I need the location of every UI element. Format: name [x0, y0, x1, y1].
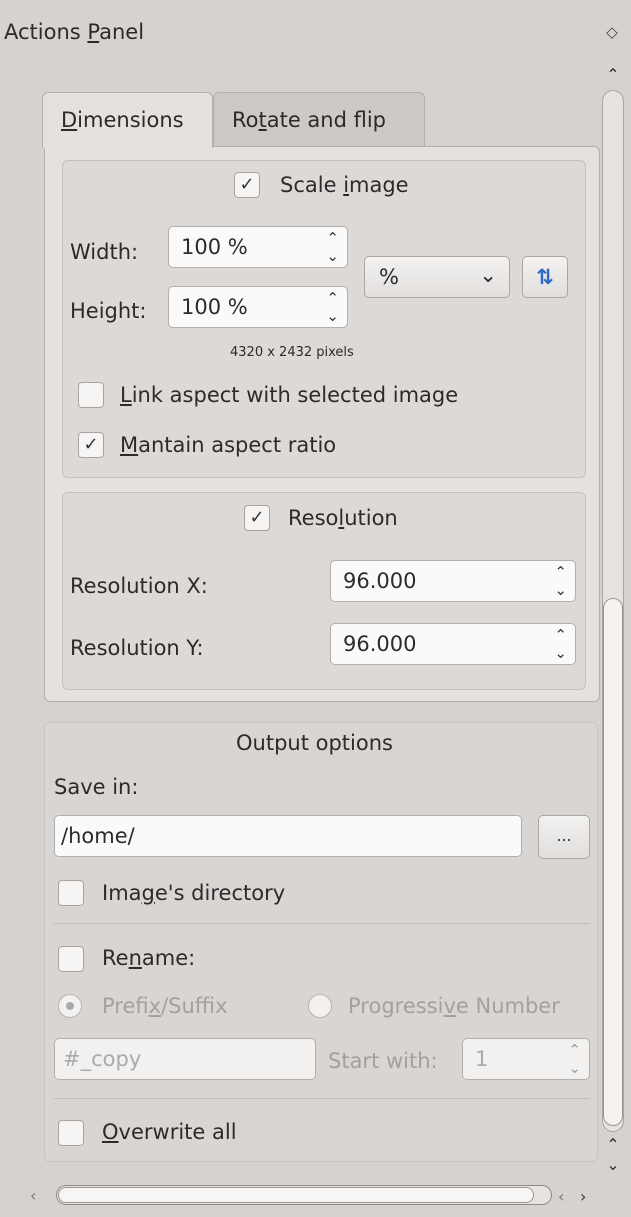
rename-label: Rename:	[102, 946, 195, 970]
link-aspect-label: Link aspect with selected image	[120, 383, 458, 407]
panel-title-text: Actions	[4, 20, 88, 44]
separator	[54, 923, 590, 924]
scroll-down-icon[interactable]: ⌄	[603, 1156, 623, 1174]
resolution-x-spinbox[interactable]: 96.000 ⌃ ⌄	[330, 560, 576, 602]
tab-rotate-and-flip[interactable]: Rotate and flip	[213, 92, 425, 146]
scroll-left-icon-secondary[interactable]: ‹	[558, 1187, 564, 1206]
height-spinbox[interactable]: 100 % ⌃ ⌄	[168, 286, 348, 328]
image-directory-checkbox[interactable]	[58, 880, 84, 906]
scale-image-label: Scale image	[280, 173, 409, 197]
label-text: Progressi	[348, 994, 444, 1018]
label-mnemonic: x	[148, 994, 162, 1018]
width-spinbox[interactable]: 100 % ⌃ ⌄	[168, 226, 348, 268]
tab-dimensions[interactable]: Dimensions	[42, 92, 213, 148]
float-panel-icon[interactable]: ◇	[604, 24, 620, 40]
radio-dot	[66, 1002, 74, 1010]
pixel-size-info: 4320 x 2432 pixels	[230, 345, 354, 360]
height-value: 100 %	[181, 295, 248, 319]
link-aspect-checkbox[interactable]	[78, 382, 104, 408]
width-label: Width:	[70, 240, 139, 264]
spin-arrows-icon[interactable]: ⌃ ⌄	[554, 626, 567, 662]
resolution-y-spinbox[interactable]: 96.000 ⌃ ⌄	[330, 623, 576, 665]
unit-select[interactable]: % ⌄	[364, 256, 510, 298]
spin-arrows-icon[interactable]: ⌃ ⌄	[554, 563, 567, 599]
resolution-y-label: Resolution Y:	[70, 636, 204, 660]
label-mnemonic: v	[443, 994, 456, 1018]
label-mnemonic: L	[120, 383, 132, 407]
label-text-rest: mage	[349, 173, 409, 197]
label-text-rest: ution	[344, 506, 398, 530]
scroll-up-icon[interactable]: ⌃	[603, 66, 623, 84]
prefix-suffix-label: Prefix/Suffix	[102, 994, 228, 1018]
tab-label-mnemonic: t	[258, 108, 267, 132]
swap-dimensions-button[interactable]: ⇅	[522, 256, 568, 298]
label-text: Ima	[102, 881, 142, 905]
tab-label-rest: imensions	[77, 108, 184, 132]
label-text-rest: antain aspect ratio	[138, 433, 337, 457]
resolution-checkbox[interactable]: ✓	[244, 505, 270, 531]
height-label: Height:	[70, 299, 147, 323]
start-with-spinbox[interactable]: 1 ⌃ ⌄	[462, 1038, 590, 1080]
panel-title-text-rest: anel	[99, 20, 145, 44]
panel-title: Actions Panel	[4, 20, 144, 44]
label-text-rest: ame:	[141, 946, 196, 970]
label-mnemonic: O	[102, 1120, 119, 1144]
label-text: Re	[102, 946, 129, 970]
scroll-up-icon-bottom[interactable]: ⌃	[603, 1136, 623, 1154]
tab-label-rest: ate and flip	[266, 108, 387, 132]
unit-value: %	[379, 265, 399, 289]
start-with-label: Start with:	[328, 1049, 438, 1073]
resolution-y-value: 96.000	[343, 632, 417, 656]
vertical-scroll-thumb[interactable]	[603, 598, 623, 1126]
save-in-label: Save in:	[54, 775, 139, 799]
width-value: 100 %	[181, 235, 248, 259]
label-text-rest: verwrite all	[118, 1120, 237, 1144]
save-in-input[interactable]: /home/	[54, 815, 522, 857]
label-text: Scale	[280, 173, 344, 197]
label-text-rest: /Suffix	[161, 994, 228, 1018]
label-text-rest: e Number	[455, 994, 560, 1018]
label-text-rest: e's directory	[154, 881, 286, 905]
progressive-number-radio[interactable]	[308, 994, 332, 1018]
scroll-right-icon[interactable]: ›	[580, 1187, 586, 1206]
label-text: Prefi	[102, 994, 149, 1018]
label-text: Reso	[288, 506, 339, 530]
resolution-x-value: 96.000	[343, 569, 417, 593]
chevron-down-icon: ⌄	[479, 263, 497, 287]
overwrite-all-checkbox[interactable]	[58, 1120, 84, 1146]
progressive-number-label: Progressive Number	[348, 994, 560, 1018]
swap-icon: ⇅	[536, 265, 554, 289]
scale-image-checkbox[interactable]: ✓	[234, 172, 260, 198]
rename-pattern-input[interactable]: #_copy	[54, 1038, 316, 1080]
rename-checkbox[interactable]	[58, 946, 84, 972]
label-mnemonic: M	[120, 433, 139, 457]
spin-arrows-icon[interactable]: ⌃ ⌄	[326, 289, 339, 325]
start-with-value: 1	[475, 1047, 489, 1071]
maintain-aspect-checkbox[interactable]: ✓	[78, 432, 104, 458]
label-text-rest: ink aspect with selected image	[131, 383, 459, 407]
tab-label-mnemonic: D	[61, 108, 78, 132]
tab-label: Ro	[232, 108, 259, 132]
spin-arrows-icon[interactable]: ⌃ ⌄	[568, 1041, 581, 1077]
separator	[54, 1098, 590, 1099]
resolution-label: Resolution	[288, 506, 398, 530]
overwrite-all-label: Overwrite all	[102, 1120, 237, 1144]
image-directory-label: Image's directory	[102, 881, 285, 905]
browse-button[interactable]: ...	[538, 815, 590, 859]
panel-title-mnemonic: P	[87, 20, 100, 44]
prefix-suffix-radio[interactable]	[58, 994, 82, 1018]
spin-arrows-icon[interactable]: ⌃ ⌄	[326, 229, 339, 265]
label-mnemonic: n	[128, 946, 142, 970]
label-mnemonic: g	[141, 881, 155, 905]
maintain-aspect-label: Mantain aspect ratio	[120, 433, 336, 457]
horizontal-scroll-thumb[interactable]	[58, 1187, 534, 1203]
scroll-left-icon[interactable]: ‹	[30, 1187, 46, 1205]
output-options-title: Output options	[236, 731, 393, 755]
resolution-x-label: Resolution X:	[70, 574, 208, 598]
